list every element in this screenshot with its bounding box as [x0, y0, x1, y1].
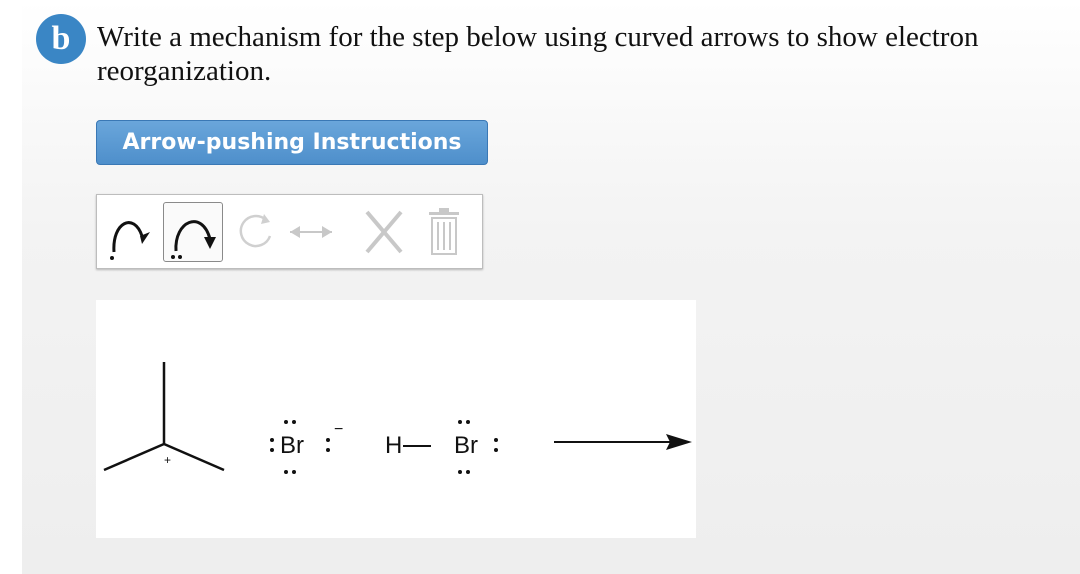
hbr-hydrogen: H: [385, 432, 403, 459]
electron-pair-arrow-icon: [171, 220, 216, 259]
question-badge: b: [36, 14, 86, 64]
trash-tool[interactable]: [419, 202, 469, 262]
rotate-tool[interactable]: [230, 202, 280, 262]
delete-x-icon: [365, 210, 403, 254]
resonance-arrow-tool[interactable]: [282, 202, 340, 262]
delete-tool[interactable]: [359, 202, 407, 262]
bromide-charge: −: [334, 421, 344, 438]
arrow-pushing-instructions-button[interactable]: Arrow-pushing Instructions: [96, 120, 488, 165]
resonance-arrow-icon: [290, 226, 332, 238]
single-electron-arrow-tool[interactable]: [104, 202, 160, 262]
rotate-icon: [239, 214, 272, 248]
electron-pair-arrow-tool[interactable]: [163, 202, 223, 262]
question-prompt: Write a mechanism for the step below usi…: [97, 21, 979, 87]
carbocation-charge: +: [164, 453, 172, 467]
bromide-symbol: Br: [280, 432, 304, 459]
arrow-toolbar: [96, 194, 483, 269]
carbocation-structure: [103, 362, 692, 474]
single-electron-arrow-icon: [110, 221, 150, 260]
hbr-bromine: Br: [454, 432, 478, 459]
mechanism-canvas[interactable]: + Br − H Br: [96, 300, 696, 538]
trash-icon: [429, 208, 459, 255]
